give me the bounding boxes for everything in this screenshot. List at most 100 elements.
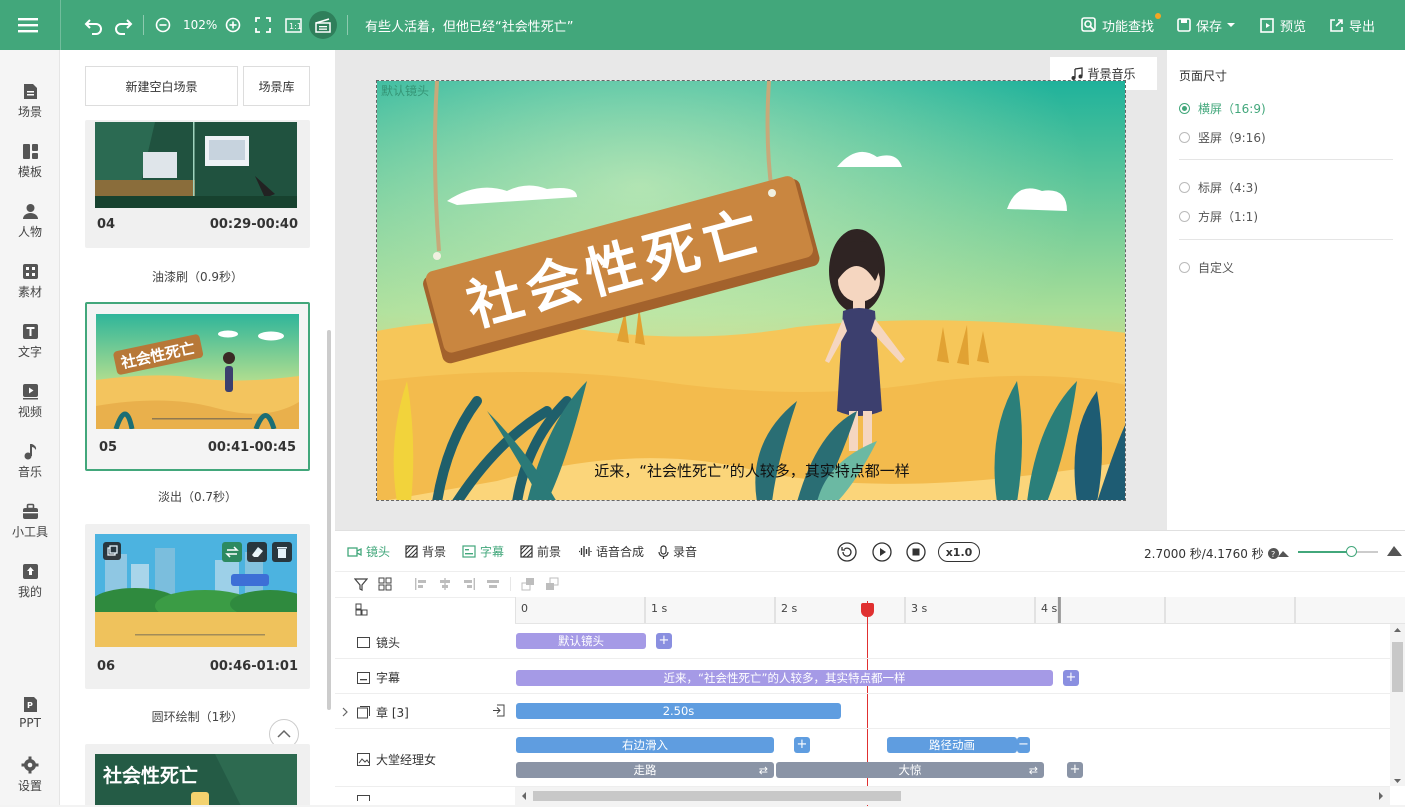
scene-card[interactable]: 06 00:46-01:01 (85, 524, 310, 689)
scene-panel-scrollbar[interactable] (327, 330, 331, 710)
nav-item-scene[interactable]: 场景 (0, 83, 60, 120)
distribute-icon[interactable] (486, 577, 500, 591)
path-animation-clip[interactable]: 路径动画 (887, 737, 1017, 753)
vertical-scrollbar[interactable] (1390, 624, 1405, 786)
layer-down-icon[interactable] (545, 577, 559, 591)
radio-standard[interactable]: 标屏（4:3) (1179, 179, 1258, 196)
camera-clip[interactable]: 默认镜头 (516, 633, 646, 649)
zoom-out-icon[interactable] (155, 0, 171, 50)
stop-button[interactable] (906, 542, 926, 565)
speed-button[interactable]: x1.0 (938, 542, 980, 562)
nav-item-text[interactable]: 文字 (0, 323, 60, 360)
preview-button[interactable]: 预览 (1260, 0, 1306, 50)
scene-card[interactable]: 社会性死亡 (85, 744, 310, 805)
nav-item-video[interactable]: 视频 (0, 383, 60, 420)
scene-library-button[interactable]: 场景库 (243, 66, 310, 106)
radio-portrait[interactable]: 竖屏（9:16) (1179, 129, 1266, 146)
align-right-icon[interactable] (462, 577, 476, 591)
scene-transition[interactable]: 淡出（0.7秒） (85, 488, 310, 505)
scroll-down-arrow-icon[interactable] (1390, 776, 1405, 786)
add-subtitle-button[interactable]: + (1063, 670, 1079, 686)
expand-chevron-icon[interactable] (341, 706, 349, 720)
timeline-zoom-slider[interactable] (1298, 546, 1378, 557)
tab-tts[interactable]: 语音合成 (578, 543, 644, 560)
subtitle-clip[interactable]: 近来，“社会性死亡”的人较多，其实特点都一样 (516, 670, 1053, 686)
swap-icon[interactable] (222, 542, 242, 562)
align-center-icon[interactable] (438, 577, 452, 591)
radio-landscape[interactable]: 横屏（16:9) (1179, 100, 1266, 117)
scroll-right-arrow-icon[interactable] (1376, 787, 1386, 805)
add-action-button[interactable]: + (1067, 762, 1083, 778)
zoom-out-mountain-icon[interactable] (1278, 546, 1289, 560)
project-title[interactable]: 有些人活着，但他已经“社会性死亡” (365, 0, 573, 50)
exit-chapter-icon[interactable] (492, 704, 505, 720)
scene-time: 00:46-01:01 (209, 659, 298, 674)
scroll-up-arrow-icon[interactable] (1390, 625, 1405, 635)
tab-camera[interactable]: 镜头 (347, 543, 390, 560)
chapter-icon (357, 706, 370, 719)
actual-size-icon[interactable]: 1:1 (285, 0, 302, 50)
replay-button[interactable] (837, 542, 857, 565)
zoom-in-mountain-icon[interactable] (1387, 544, 1402, 559)
tab-foreground[interactable]: 前景 (520, 543, 561, 560)
nav-item-toolbox[interactable]: 小工具 (0, 503, 60, 540)
save-button[interactable]: 保存 (1177, 0, 1236, 50)
eraser-icon[interactable] (247, 542, 267, 562)
nav-item-mine[interactable]: 我的 (0, 563, 60, 600)
fullscreen-icon[interactable] (255, 0, 271, 50)
filter-icon[interactable] (353, 577, 369, 594)
tab-recording[interactable]: 录音 (658, 543, 697, 560)
nav-item-settings[interactable]: 设置 (0, 756, 60, 794)
feature-search-button[interactable]: 功能查找 (1081, 0, 1161, 50)
align-left-icon[interactable] (414, 577, 428, 591)
enter-animation-clip[interactable]: 右边滑入 (516, 737, 774, 753)
nav-item-music[interactable]: 音乐 (0, 443, 60, 480)
copy-icon[interactable] (103, 542, 121, 560)
scroll-left-arrow-icon[interactable] (519, 787, 529, 805)
remove-animation-button[interactable]: − (1017, 737, 1030, 753)
text-icon (22, 324, 38, 339)
add-camera-button[interactable]: + (656, 633, 672, 649)
scene-panel: 新建空白场景 场景库 04 00:29-00:40 油漆刷（0.9秒） 社会性死… (60, 50, 335, 805)
nav-item-material[interactable]: 素材 (0, 263, 60, 300)
nav-item-template[interactable]: 模板 (0, 143, 60, 180)
zoom-in-icon[interactable] (225, 0, 241, 50)
radio-square[interactable]: 方屏（1:1) (1179, 208, 1258, 225)
help-icon[interactable]: ? (1267, 548, 1279, 559)
new-blank-scene-button[interactable]: 新建空白场景 (85, 66, 238, 106)
tab-subtitle[interactable]: 字幕 (462, 543, 504, 560)
scene-card[interactable]: 04 00:29-00:40 (85, 120, 310, 248)
walk-action-clip[interactable]: 走路 ⇄ (516, 762, 774, 778)
play-button[interactable] (872, 542, 892, 565)
scene-transition[interactable]: 油漆刷（0.9秒） (85, 268, 310, 285)
export-label: 导出 (1349, 19, 1376, 35)
undo-icon[interactable] (84, 0, 104, 50)
radio-custom[interactable]: 自定义 (1179, 259, 1234, 276)
surprise-action-clip[interactable]: 大惊 ⇄ (776, 762, 1044, 778)
nav-label: 素材 (17, 285, 42, 299)
menu-icon[interactable] (18, 0, 40, 50)
add-animation-button[interactable]: + (794, 737, 810, 753)
stage[interactable]: 社会性死亡 默认镜头 近来，“社会性死亡”的人较多，其实特点都一样 (376, 80, 1126, 501)
clapperboard-icon[interactable] (309, 0, 337, 50)
group-icon[interactable] (378, 577, 392, 594)
tab-background[interactable]: 背景 (405, 543, 446, 560)
time-ruler[interactable]: 0 1 s 2 s 3 s 4 s (515, 597, 1405, 624)
track-label: 字幕 (357, 669, 400, 686)
ruler-header-icon[interactable] (355, 603, 368, 619)
nav-item-ppt[interactable]: P PPT (0, 696, 60, 730)
timeline-panel: 镜头 背景 字幕 前景 语音合成 录音 x1.0 2.7000 秒/4.1760… (335, 530, 1405, 806)
slider-handle[interactable] (1346, 546, 1357, 557)
track-chapter: 章 [3] 2.50s (335, 694, 1390, 729)
redo-icon[interactable] (113, 0, 133, 50)
delete-icon[interactable] (272, 542, 292, 562)
export-button[interactable]: 导出 (1329, 0, 1375, 50)
nav-item-person[interactable]: 人物 (0, 203, 60, 240)
playhead-handle[interactable] (861, 603, 874, 617)
scene-card-selected[interactable]: 社会性死亡 05 00:41-00:45 (85, 302, 310, 471)
nav-label: 文字 (17, 345, 42, 359)
ruler-tick-label: 2 s (781, 602, 797, 615)
chapter-clip[interactable]: 2.50s (516, 703, 841, 719)
horizontal-scrollbar[interactable] (515, 787, 1390, 805)
layer-up-icon[interactable] (521, 577, 535, 591)
